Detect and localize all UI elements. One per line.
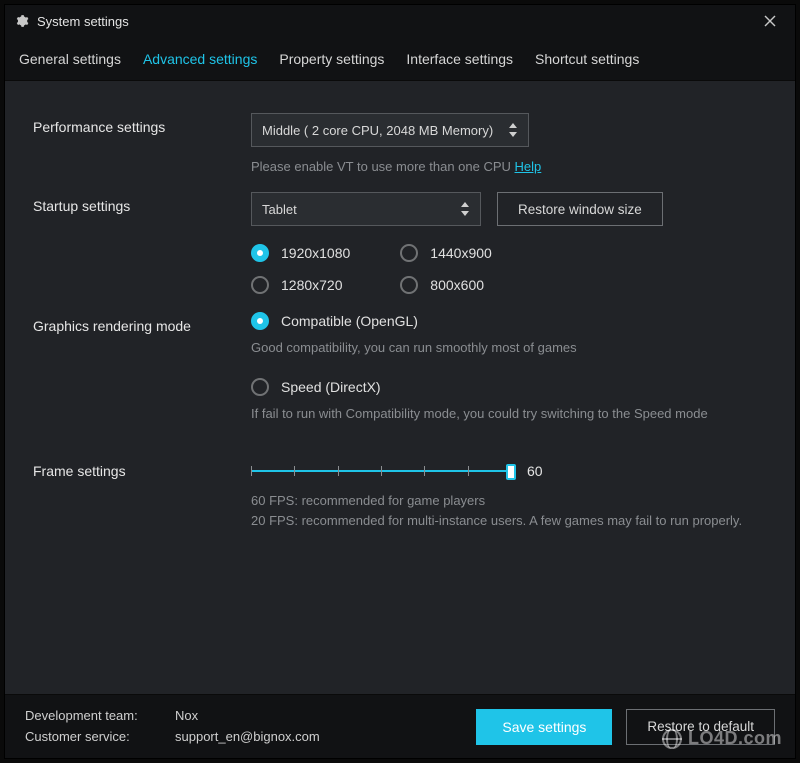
slider-tick — [381, 466, 382, 476]
settings-window: System settings General settings Advance… — [4, 4, 796, 759]
performance-hint: Please enable VT to use more than one CP… — [251, 159, 767, 174]
frame-slider[interactable] — [251, 461, 511, 481]
tab-interface[interactable]: Interface settings — [406, 47, 513, 71]
frame-value: 60 — [527, 463, 543, 479]
speed-hint: If fail to run with Compatibility mode, … — [251, 404, 751, 424]
resolution-option-1280x720[interactable]: 1280x720 — [251, 276, 350, 294]
performance-label: Performance settings — [33, 113, 251, 135]
render-label: Compatible (OpenGL) — [281, 313, 418, 329]
restore-window-size-button[interactable]: Restore window size — [497, 192, 663, 226]
footer-info: Development team: Nox Customer service: … — [25, 706, 320, 748]
help-link[interactable]: Help — [515, 159, 542, 174]
updown-icon — [508, 122, 518, 138]
close-icon — [764, 15, 776, 27]
tab-advanced[interactable]: Advanced settings — [143, 47, 257, 71]
customer-service-label: Customer service: — [25, 727, 165, 748]
performance-select[interactable]: Middle ( 2 core CPU, 2048 MB Memory) — [251, 113, 529, 147]
resolution-label: 1440x900 — [430, 245, 492, 261]
restore-default-button[interactable]: Restore to default — [626, 709, 775, 745]
frame-hint: 60 FPS: recommended for game players 20 … — [251, 491, 761, 531]
slider-tick — [251, 466, 252, 476]
tab-general[interactable]: General settings — [19, 47, 121, 71]
graphics-label: Graphics rendering mode — [33, 312, 251, 334]
titlebar-left: System settings — [15, 14, 129, 29]
resolution-label: 800x600 — [430, 277, 484, 293]
performance-selected-value: Middle ( 2 core CPU, 2048 MB Memory) — [262, 123, 493, 138]
startup-select[interactable]: Tablet — [251, 192, 481, 226]
tab-shortcut[interactable]: Shortcut settings — [535, 47, 639, 71]
window-title: System settings — [37, 14, 129, 29]
footer-bar: Development team: Nox Customer service: … — [5, 694, 795, 758]
frame-hint-line1: 60 FPS: recommended for game players — [251, 491, 761, 511]
title-bar: System settings — [5, 5, 795, 37]
performance-row: Performance settings Middle ( 2 core CPU… — [33, 113, 767, 174]
resolution-label: 1920x1080 — [281, 245, 350, 261]
render-option-compatible[interactable]: Compatible (OpenGL) — [251, 312, 767, 330]
resolution-label: 1280x720 — [281, 277, 343, 293]
resolution-option-800x600[interactable]: 800x600 — [400, 276, 492, 294]
slider-tick — [424, 466, 425, 476]
slider-tick — [294, 466, 295, 476]
updown-icon — [460, 201, 470, 217]
resolution-option-1440x900[interactable]: 1440x900 — [400, 244, 492, 262]
radio-icon — [251, 276, 269, 294]
radio-icon — [251, 244, 269, 262]
dev-team-value: Nox — [175, 706, 198, 727]
close-button[interactable] — [755, 6, 785, 36]
radio-icon — [400, 276, 418, 294]
resolution-grid: 1920x1080 1280x720 1440x900 — [251, 244, 767, 294]
slider-thumb[interactable] — [506, 464, 516, 480]
tab-property[interactable]: Property settings — [279, 47, 384, 71]
vt-hint-text: Please enable VT to use more than one CP… — [251, 159, 515, 174]
save-settings-button[interactable]: Save settings — [476, 709, 612, 745]
frame-hint-line2: 20 FPS: recommended for multi-instance u… — [251, 511, 761, 531]
content-area: Performance settings Middle ( 2 core CPU… — [5, 81, 795, 694]
frame-row: Frame settings 60 60 FPS: recommended fo… — [33, 461, 767, 531]
render-label: Speed (DirectX) — [281, 379, 381, 395]
gear-icon — [15, 14, 29, 28]
slider-tick — [468, 466, 469, 476]
radio-icon — [400, 244, 418, 262]
slider-tick — [338, 466, 339, 476]
frame-label: Frame settings — [33, 461, 251, 479]
startup-selected-value: Tablet — [262, 202, 297, 217]
compatible-hint: Good compatibility, you can run smoothly… — [251, 338, 751, 358]
render-option-speed[interactable]: Speed (DirectX) — [251, 378, 767, 396]
startup-row: Startup settings Tablet Restore window s… — [33, 192, 767, 294]
graphics-row: Graphics rendering mode Compatible (Open… — [33, 312, 767, 443]
startup-label: Startup settings — [33, 192, 251, 214]
dev-team-label: Development team: — [25, 706, 165, 727]
radio-icon — [251, 378, 269, 396]
customer-service-value: support_en@bignox.com — [175, 727, 320, 748]
radio-icon — [251, 312, 269, 330]
resolution-option-1920x1080[interactable]: 1920x1080 — [251, 244, 350, 262]
tab-bar: General settings Advanced settings Prope… — [5, 37, 795, 81]
